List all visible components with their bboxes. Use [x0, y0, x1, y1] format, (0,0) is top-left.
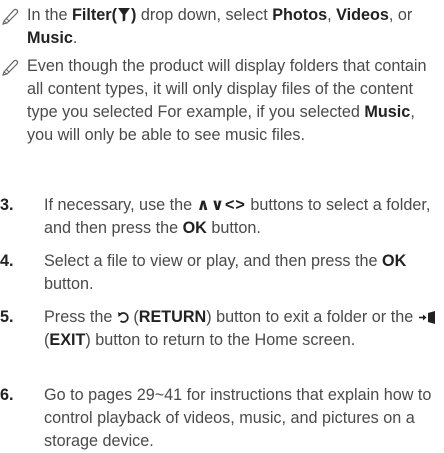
- step-5-text: Press the (RETURN) button to exit a fold…: [0, 306, 440, 352]
- note-content-types-text: Even though the product will display fol…: [27, 57, 427, 144]
- arrow-buttons-symbols: ∧∨<>: [196, 196, 246, 214]
- step-5: 5. Press the (RETURN) button to exit a f…: [0, 306, 440, 352]
- filter-icon: [117, 8, 130, 22]
- note-filter-text: In the Filter() drop down, select Photos…: [27, 6, 413, 47]
- step-4: 4. Select a file to view or play, and th…: [0, 250, 440, 296]
- step-3-text: If necessary, use the ∧∨<> buttons to se…: [44, 196, 431, 237]
- exit-icon: [418, 311, 435, 324]
- step-number: 4.: [0, 252, 14, 270]
- step-number: 5.: [0, 308, 14, 326]
- pencil-icon: [2, 8, 19, 25]
- step-4-text: Select a file to view or play, and then …: [44, 252, 407, 293]
- note-content-types: Even though the product will display fol…: [0, 55, 440, 147]
- step-number: 6.: [0, 386, 14, 404]
- pencil-icon: [2, 59, 19, 76]
- step-6: 6. Go to pages 29~41 for instructions th…: [0, 384, 440, 453]
- note-filter: In the Filter() drop down, select Photos…: [0, 4, 440, 50]
- step-3: 3. If necessary, use the ∧∨<> buttons to…: [0, 194, 440, 240]
- step-6-text: Go to pages 29~41 for instructions that …: [44, 386, 432, 450]
- manual-page: In the Filter() drop down, select Photos…: [0, 0, 444, 450]
- return-icon: [117, 312, 129, 323]
- step-number: 3.: [0, 196, 14, 214]
